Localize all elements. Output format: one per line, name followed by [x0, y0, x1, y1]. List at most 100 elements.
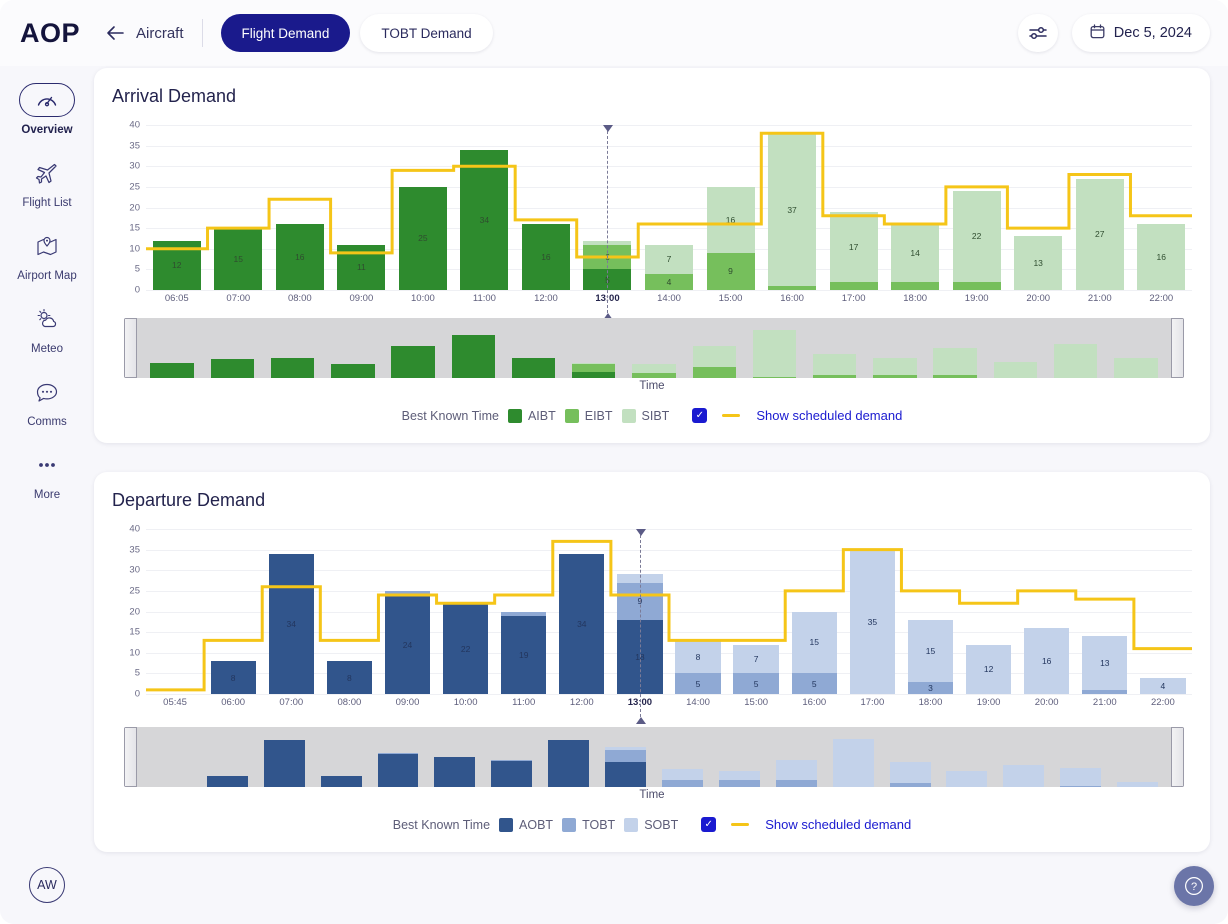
departure-bar-segment-sobt[interactable]: 12: [965, 644, 1012, 694]
question-mark-icon[interactable]: ?: [1174, 866, 1214, 906]
departure-bar-segment-sobt[interactable]: 8: [675, 640, 721, 674]
arrival-bar-group[interactable]: 16 9: [700, 125, 762, 290]
sliders-icon[interactable]: [1017, 14, 1058, 52]
departure-bar-group[interactable]: 22: [437, 529, 495, 694]
arrival-bar-group[interactable]: 27: [1069, 125, 1131, 290]
arrival-bar-segment-eibt[interactable]: [768, 285, 817, 290]
breadcrumb[interactable]: Aircraft: [136, 25, 184, 42]
arrival-bar-segment-aibt[interactable]: 15: [214, 228, 263, 290]
arrival-bar-group[interactable]: 17: [823, 125, 885, 290]
departure-bar-segment-sobt[interactable]: 7: [733, 644, 779, 674]
arrival-bar-group[interactable]: 16: [269, 125, 331, 290]
departure-bar-segment-sobt[interactable]: 15: [791, 611, 837, 674]
departure-bar-segment-sobt[interactable]: 35: [849, 549, 896, 694]
departure-bar-segment-aobt[interactable]: 24: [384, 595, 431, 694]
arrival-bar-segment-aibt[interactable]: 16: [275, 224, 324, 290]
departure-bar-group[interactable]: 19: [495, 529, 553, 694]
arrival-bar-segment-sibt[interactable]: 7: [645, 244, 693, 274]
departure-bar-group[interactable]: 24: [378, 529, 436, 694]
date-picker-button[interactable]: Dec 5, 2024: [1071, 14, 1210, 52]
arrival-legend-item-aibt[interactable]: AIBT: [507, 408, 556, 423]
departure-bar-group[interactable]: 13: [1076, 529, 1134, 694]
arrival-bar-segment-eibt[interactable]: [952, 281, 1001, 290]
sidebar-item-more[interactable]: More: [0, 437, 94, 510]
arrival-legend-item-eibt[interactable]: EIBT: [564, 408, 613, 423]
arrival-minimap-handle-left[interactable]: [124, 318, 137, 378]
arrival-legend-item-sibt[interactable]: SIBT: [621, 408, 669, 423]
arrival-show-scheduled-checkbox[interactable]: ✓: [692, 408, 708, 423]
departure-chart[interactable]: 0 5 10 15 20 25 30 35 40 8 34 8 24 22 19 34 9 18 8 5 7 5 15 5 3…: [104, 524, 1200, 724]
arrival-bar-segment-aibt[interactable]: 34: [460, 149, 509, 290]
departure-bar-segment-aobt[interactable]: 22: [442, 603, 489, 694]
departure-bar-group[interactable]: 75: [727, 529, 785, 694]
arrival-bar-segment-sibt[interactable]: 16: [1137, 224, 1186, 290]
sidebar-item-airport-map[interactable]: Airport Map: [0, 218, 94, 291]
arrival-bar-group[interactable]: 15: [208, 125, 270, 290]
arrival-show-scheduled-label[interactable]: Show scheduled demand: [756, 408, 902, 423]
departure-bar-segment-aobt[interactable]: 8: [326, 661, 373, 694]
arrival-bar-group[interactable]: 11: [331, 125, 393, 290]
departure-bar-group[interactable]: 15 5: [785, 529, 843, 694]
arrival-bar-segment-sibt[interactable]: 16: [706, 186, 755, 253]
arrival-bar-segment-sibt[interactable]: 27: [1075, 178, 1124, 290]
arrival-bar-segment-eibt[interactable]: 9: [706, 252, 755, 290]
departure-bar-segment-tobt[interactable]: 5: [675, 673, 721, 694]
departure-bar-group[interactable]: 16: [1018, 529, 1076, 694]
arrival-bar-group[interactable]: 14: [884, 125, 946, 290]
departure-bar-segment-sobt[interactable]: 16: [1024, 628, 1070, 694]
departure-minimap-scrollbar[interactable]: [124, 727, 1184, 787]
arrival-bar-group[interactable]: 12: [146, 125, 208, 290]
departure-legend-item-tobt[interactable]: TOBT: [562, 817, 615, 832]
departure-bar-group[interactable]: 85: [669, 529, 727, 694]
departure-bar-group[interactable]: 15 3: [901, 529, 959, 694]
departure-bar-group[interactable]: 34: [262, 529, 320, 694]
departure-bar-segment-aobt[interactable]: 34: [268, 553, 314, 694]
departure-bar-group[interactable]: 4: [1134, 529, 1192, 694]
departure-minimap-handle-left[interactable]: [124, 727, 137, 787]
departure-bar-group[interactable]: 8: [320, 529, 378, 694]
arrow-left-icon[interactable]: [104, 22, 126, 44]
arrival-bar-group[interactable]: 74: [638, 125, 700, 290]
arrival-bar-segment-aibt[interactable]: 11: [337, 244, 386, 290]
avatar[interactable]: AW: [29, 867, 65, 903]
departure-bar-segment-aobt[interactable]: 19: [501, 615, 547, 694]
departure-bar-group[interactable]: [146, 529, 204, 694]
arrival-bar-segment-aibt[interactable]: 12: [152, 240, 201, 290]
departure-show-scheduled-checkbox[interactable]: ✓: [701, 817, 717, 832]
arrival-bar-segment-eibt[interactable]: [829, 281, 878, 290]
arrival-bar-segment-sibt[interactable]: 17: [829, 211, 878, 282]
arrival-bar-group[interactable]: 16: [515, 125, 577, 290]
sidebar-item-overview[interactable]: Overview: [0, 72, 94, 145]
arrival-bar-segment-aibt[interactable]: 25: [398, 186, 447, 290]
arrival-bar-group[interactable]: 16: [1131, 125, 1193, 290]
arrival-bar-segment-eibt[interactable]: 4: [645, 273, 693, 290]
departure-legend-item-sobt[interactable]: SOBT: [624, 817, 678, 832]
departure-bar-segment-sobt[interactable]: 4: [1140, 677, 1186, 694]
arrival-bar-group[interactable]: 22: [946, 125, 1008, 290]
sidebar-item-meteo[interactable]: Meteo: [0, 291, 94, 364]
arrival-minimap-scrollbar[interactable]: [124, 318, 1184, 378]
arrival-bar-segment-sibt[interactable]: 14: [891, 224, 940, 282]
departure-minimap-handle-right[interactable]: [1171, 727, 1184, 787]
arrival-minimap-handle-right[interactable]: [1171, 318, 1184, 378]
arrival-bar-segment-sibt[interactable]: 22: [952, 191, 1001, 282]
arrival-bar-group[interactable]: 37: [761, 125, 823, 290]
departure-bar-group[interactable]: 12: [960, 529, 1018, 694]
arrival-chart[interactable]: 0 5 10 15 20 25 30 35 40 12 15 16 11 25 34 16 6 5 7 4 16 9 37…: [104, 120, 1200, 320]
departure-bar-group[interactable]: 34: [553, 529, 611, 694]
departure-legend-item-aobt[interactable]: AOBT: [499, 817, 553, 832]
departure-bar-segment-aobt[interactable]: 34: [559, 553, 605, 694]
sidebar-item-comms[interactable]: Comms: [0, 364, 94, 437]
departure-show-scheduled-label[interactable]: Show scheduled demand: [765, 817, 911, 832]
arrival-bar-group[interactable]: 34: [454, 125, 516, 290]
arrival-bar-segment-sibt[interactable]: 13: [1014, 236, 1063, 290]
arrival-bar-segment-aibt[interactable]: 16: [521, 224, 570, 290]
sidebar-item-flight-list[interactable]: Flight List: [0, 145, 94, 218]
departure-bar-group[interactable]: 35: [843, 529, 901, 694]
arrival-bar-segment-eibt[interactable]: [891, 281, 940, 290]
departure-bar-segment-sobt[interactable]: 15: [907, 619, 954, 682]
tab-flight-demand[interactable]: Flight Demand: [220, 14, 351, 52]
arrival-bar-group[interactable]: 13: [1007, 125, 1069, 290]
departure-bar-segment-tobt[interactable]: 5: [733, 673, 779, 694]
departure-bar-segment-tobt[interactable]: 5: [791, 673, 837, 694]
